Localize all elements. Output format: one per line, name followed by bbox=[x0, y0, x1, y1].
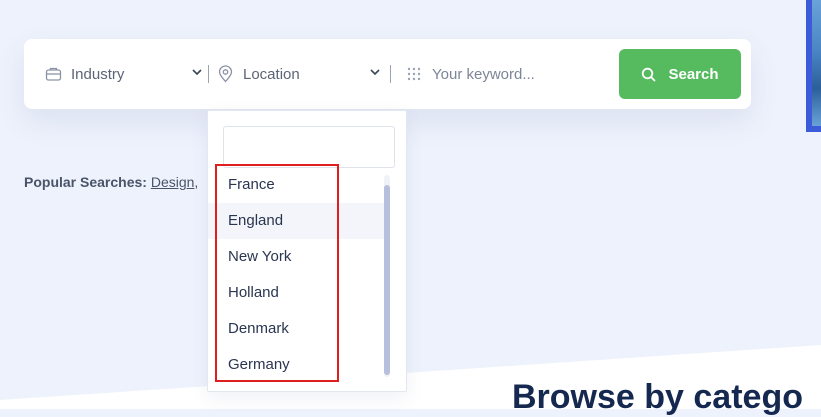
location-select[interactable]: Location bbox=[216, 39, 382, 109]
search-button[interactable]: Search bbox=[619, 49, 741, 99]
location-option-denmark[interactable]: Denmark bbox=[208, 311, 386, 347]
search-button-label: Search bbox=[668, 65, 719, 83]
divider bbox=[208, 65, 209, 83]
dropdown-scrollbar[interactable] bbox=[384, 175, 390, 377]
divider bbox=[390, 65, 391, 83]
location-label: Location bbox=[243, 65, 300, 83]
popular-searches-label: Popular Searches: bbox=[24, 174, 147, 190]
industry-select[interactable]: Industry bbox=[44, 39, 204, 109]
location-options-list: France England New York Holland Denmark … bbox=[208, 167, 386, 383]
location-option-france[interactable]: France bbox=[208, 167, 386, 203]
popular-search-link[interactable]: Design bbox=[151, 174, 195, 190]
hero-image bbox=[806, 0, 821, 132]
location-option-new-york[interactable]: New York bbox=[208, 239, 386, 275]
location-option-holland[interactable]: Holland bbox=[208, 275, 386, 311]
map-pin-icon bbox=[216, 65, 234, 83]
keyword-field bbox=[405, 39, 605, 109]
briefcase-icon bbox=[44, 65, 62, 83]
location-search-input[interactable] bbox=[223, 126, 395, 168]
chevron-down-icon bbox=[192, 69, 202, 76]
section-heading: Browse by catego bbox=[512, 378, 803, 416]
location-dropdown: France England New York Holland Denmark … bbox=[207, 110, 407, 392]
location-option-england[interactable]: England bbox=[208, 203, 386, 239]
job-search-bar: Industry Location Search bbox=[24, 39, 751, 109]
search-icon bbox=[641, 67, 656, 82]
industry-label: Industry bbox=[71, 65, 125, 83]
chevron-down-icon bbox=[370, 69, 380, 76]
scrollbar-thumb[interactable] bbox=[384, 185, 390, 375]
location-option-germany[interactable]: Germany bbox=[208, 347, 386, 383]
keyword-input[interactable] bbox=[432, 65, 602, 83]
grid-icon bbox=[405, 65, 423, 83]
